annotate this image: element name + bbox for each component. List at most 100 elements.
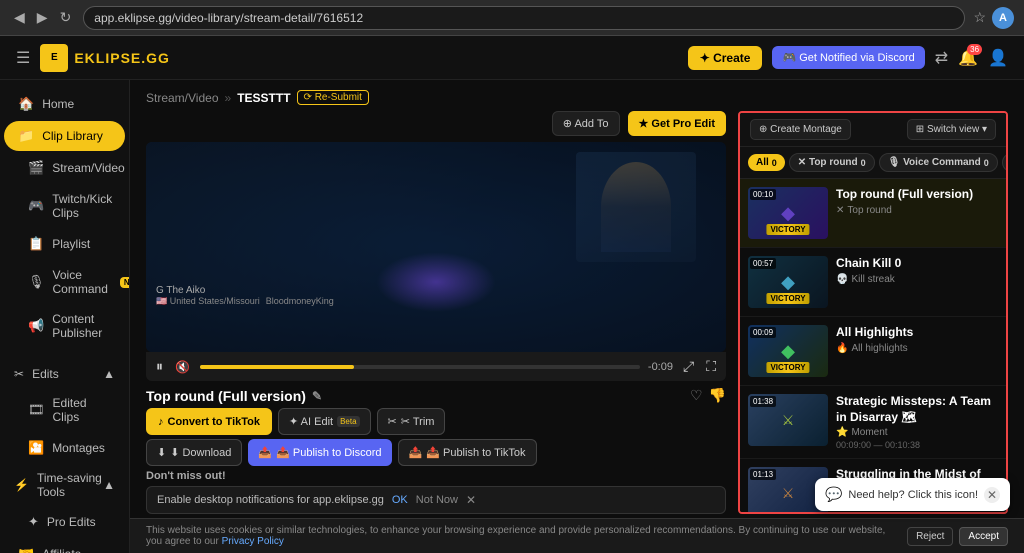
user-button[interactable]: 👤: [988, 48, 1008, 68]
get-pro-edit-button[interactable]: ★ Get Pro Edit: [628, 111, 726, 136]
voice-icon: 🎙: [28, 274, 45, 290]
discord-notif-button[interactable]: 🎮 Get Notified via Discord: [772, 46, 924, 69]
video-top-actions: ⊕ Add To ★ Get Pro Edit: [146, 111, 726, 136]
resize-button[interactable]: ⤢: [681, 356, 696, 377]
trim-button[interactable]: ✂ ✂ Trim: [377, 408, 446, 435]
discord-publish-icon: 📤: [258, 446, 272, 459]
sidebar-item-pro-edits[interactable]: ✦ Pro Edits: [4, 507, 125, 537]
browser-nav: ◀ ▶ ↻: [10, 7, 75, 28]
accept-cookies-button[interactable]: Accept: [959, 527, 1008, 546]
sidebar-item-voice-command[interactable]: 🎙 Voice Command NEW: [4, 261, 125, 303]
cat-icon-4: ⭐: [836, 427, 848, 438]
montages-icon: 🎦: [28, 440, 44, 456]
publish-discord-button[interactable]: 📤 📤 Publish to Discord: [248, 439, 391, 466]
video-player[interactable]: G The Aiko 🇺🇸 United States/Missouri Blo…: [146, 142, 726, 352]
fwd-button[interactable]: ▶: [33, 7, 52, 28]
game-overlay: [146, 142, 726, 352]
browser-actions: ☆ A: [973, 7, 1014, 29]
star-button[interactable]: ☆: [973, 9, 986, 26]
notif-count: 36: [967, 44, 982, 55]
filter-voice-command[interactable]: 🎙 Voice Command 0: [879, 153, 998, 172]
filter-top-round[interactable]: ✕ Top round 0: [789, 153, 875, 172]
filter-all[interactable]: All 0: [748, 154, 785, 171]
sidebar-item-stream-video[interactable]: 🎬 Stream/Video: [4, 153, 125, 183]
fullscreen-button[interactable]: ⛶: [704, 356, 718, 377]
time-remaining: -0:09: [648, 361, 673, 373]
back-button[interactable]: ◀: [10, 7, 29, 28]
create-button[interactable]: ✦ Create: [688, 46, 763, 70]
reject-cookies-button[interactable]: Reject: [907, 527, 953, 546]
stream-info-overlay: G The Aiko 🇺🇸 United States/Missouri Blo…: [156, 285, 726, 307]
list-item[interactable]: ⚔ 01:38 Strategic Missteps: A Team in Di…: [740, 386, 1006, 459]
add-to-button[interactable]: ⊕ Add To: [552, 111, 620, 136]
clip-duration-1: 00:10: [750, 189, 776, 200]
sidebar-item-montages[interactable]: 🎦 Montages: [4, 433, 125, 463]
game-gfx-4: ⚔: [782, 412, 795, 429]
switch-view-button[interactable]: ⊞ Switch view ▾: [907, 119, 996, 140]
notif-close-button[interactable]: ✕: [466, 493, 476, 507]
twitch-icon: 🎮: [28, 198, 44, 214]
breadcrumb: Stream/Video » TESSTTT ⟳ Re-Submit: [130, 80, 1024, 111]
sidebar-item-twitch[interactable]: 🎮 Twitch/Kick Clips: [4, 185, 125, 227]
sidebar-playlist-label: Playlist: [52, 237, 90, 251]
sidebar-item-affiliate[interactable]: 🤝 Affiliate: [4, 539, 125, 553]
victory-label-3: VICTORY: [766, 362, 809, 373]
breadcrumb-stream-video[interactable]: Stream/Video: [146, 91, 219, 105]
list-item[interactable]: ◆ VICTORY 00:57 Chain Kill 0 💀 Kill stre…: [740, 248, 1006, 317]
create-montage-button[interactable]: ⊕ Create Montage: [750, 119, 851, 140]
trim-icon: ✂: [388, 415, 397, 428]
sidebar-item-edited-clips[interactable]: 🎞 Edited Clips: [4, 389, 125, 431]
main-content: Stream/Video » TESSTTT ⟳ Re-Submit ⊕ Add…: [130, 80, 1024, 553]
sidebar-tools-toggle[interactable]: ⚡ Time-saving Tools ▲: [0, 464, 129, 506]
cat-icon-3: 🔥: [836, 343, 848, 354]
filter-all-count: 0: [772, 158, 777, 168]
publish-tiktok-button[interactable]: 📤 📤 Publish to TikTok: [398, 439, 537, 466]
clip-category-2: 💀 Kill streak: [836, 274, 998, 285]
resubmit-badge[interactable]: ⟳ Re-Submit: [297, 90, 369, 105]
clip-title-2: Chain Kill 0: [836, 256, 998, 272]
sidebar-item-playlist[interactable]: 📋 Playlist: [4, 229, 125, 259]
edit-title-icon[interactable]: ✎: [312, 389, 322, 403]
sidebar-edited-label: Edited Clips: [53, 396, 111, 424]
video-title-row: Top round (Full version) ✎ ♡ 👎: [146, 381, 726, 408]
address-bar[interactable]: [83, 6, 965, 30]
clip-category-4: ⭐ Moment: [836, 427, 998, 438]
clip-duration-4: 01:38: [750, 396, 776, 407]
filter-kill-streak[interactable]: ✕ Kill streak 0: [1002, 153, 1006, 172]
help-close-button[interactable]: ✕: [984, 487, 1000, 503]
video-container: ⊕ Add To ★ Get Pro Edit G The: [146, 111, 726, 514]
dislike-button[interactable]: 👎: [709, 387, 726, 404]
progress-bar[interactable]: [200, 365, 640, 369]
privacy-policy-link[interactable]: Privacy Policy: [222, 536, 284, 547]
help-icon: 💬: [825, 486, 842, 503]
tools-icon: ⚡: [14, 478, 29, 492]
cat-label-4: Moment: [851, 427, 887, 438]
logo-text: EKLIPSE.GG: [74, 50, 170, 66]
sidebar-edits-toggle[interactable]: ✂ Edits ▲: [0, 360, 129, 388]
victory-label-2: VICTORY: [766, 293, 809, 304]
publish-discord-label: 📤 Publish to Discord: [276, 446, 381, 459]
video-title: Top round (Full version) ✎: [146, 388, 322, 404]
sidebar-item-home[interactable]: 🏠 Home: [4, 89, 125, 119]
list-item[interactable]: ◆ VICTORY 00:10 Top round (Full version)…: [740, 179, 1006, 248]
sidebar-item-clip-library[interactable]: 📁 Clip Library: [4, 121, 125, 151]
convert-tiktok-button[interactable]: ♪ Convert to TikTok: [146, 408, 272, 435]
reload-button[interactable]: ↻: [56, 7, 76, 28]
ai-edit-button[interactable]: ✦ AI Edit Beta: [278, 408, 371, 435]
play-pause-button[interactable]: ⏸: [154, 356, 165, 377]
sidebar-item-content-publisher[interactable]: 📢 Content Publisher: [4, 305, 125, 347]
share-button[interactable]: ⇄: [935, 48, 948, 68]
volume-button[interactable]: 🔇: [173, 358, 192, 376]
list-item[interactable]: ◆ VICTORY 00:09 All Highlights 🔥 All hig…: [740, 317, 1006, 386]
breadcrumb-separator: »: [225, 91, 232, 105]
hamburger-icon[interactable]: ☰: [16, 48, 30, 68]
notif-not-now-button[interactable]: Not Now: [416, 494, 458, 506]
download-button[interactable]: ⬇ ⬇ Download: [146, 439, 242, 466]
notifications-button[interactable]: 🔔36: [958, 48, 978, 68]
clips-header: ⊕ Create Montage ⊞ Switch view ▾: [740, 113, 1006, 147]
desktop-notif-bar: Enable desktop notifications for app.ekl…: [146, 486, 726, 514]
notif-ok-button[interactable]: OK: [392, 494, 408, 506]
clip-title-1: Top round (Full version): [836, 187, 998, 203]
clip-thumb-3: ◆ VICTORY 00:09: [748, 325, 828, 377]
like-button[interactable]: ♡: [690, 387, 703, 404]
